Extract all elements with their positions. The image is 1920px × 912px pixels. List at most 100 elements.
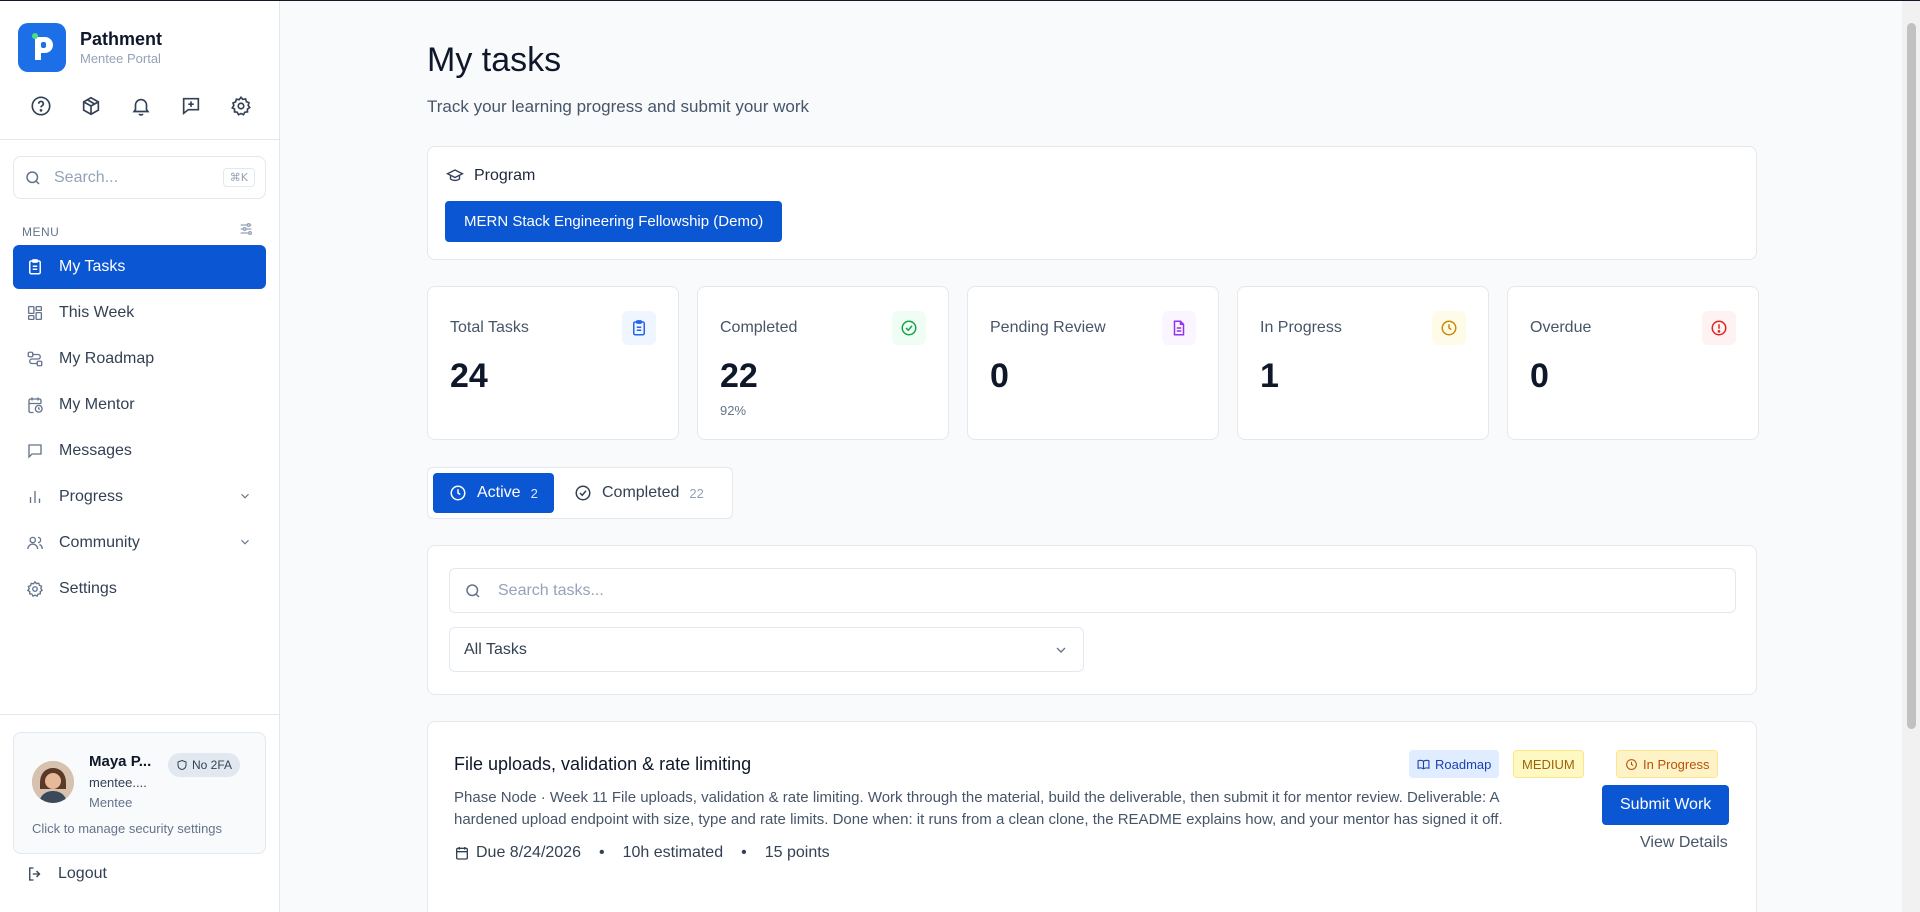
user-email: mentee.... <box>89 775 147 790</box>
sidebar-item-my-mentor[interactable]: My Mentor <box>13 383 266 427</box>
user-name: Maya P... <box>89 753 152 770</box>
sidebar-item-this-week[interactable]: This Week <box>13 291 266 335</box>
feedback-icon[interactable] <box>176 91 206 121</box>
separator-dot: • <box>598 844 605 861</box>
stat-label: Pending Review <box>990 319 1106 336</box>
search-shortcut: ⌘K <box>222 168 255 187</box>
sidebar-item-my-tasks[interactable]: My Tasks <box>13 245 266 289</box>
stat-value: 0 <box>1530 357 1549 395</box>
stat-in-progress: In Progress 1 <box>1237 286 1489 440</box>
task-filter-select[interactable]: All Tasks <box>449 627 1084 672</box>
brand-name: Pathment <box>80 28 163 49</box>
stat-pending-review: Pending Review 0 <box>967 286 1219 440</box>
sidebar: Pathment Mentee Portal Search... ⌘K MENU <box>0 1 280 912</box>
clock-icon <box>1432 311 1466 345</box>
brand[interactable]: Pathment Mentee Portal <box>18 23 162 72</box>
chevron-down-icon[interactable] <box>238 489 252 508</box>
stat-value: 1 <box>1260 357 1279 395</box>
tab-completed[interactable]: Completed 22 <box>558 473 720 513</box>
grid-icon <box>25 303 45 323</box>
user-card[interactable]: Maya P... No 2FA mentee.... Mentee Click… <box>13 732 266 854</box>
scrollbar[interactable] <box>1902 1 1920 912</box>
clipboard-icon <box>25 257 45 277</box>
stat-note: 92% <box>720 403 747 418</box>
tab-active-count: 2 <box>530 485 538 501</box>
avatar <box>32 761 74 803</box>
clock-icon <box>1626 758 1637 770</box>
program-label: Program <box>446 167 535 185</box>
task-title[interactable]: File uploads, validation & rate limiting <box>454 754 751 775</box>
gear-icon <box>25 579 45 599</box>
sidebar-search-placeholder[interactable]: Search... <box>54 169 223 187</box>
roadmap-tag: Roadmap <box>1409 750 1500 778</box>
separator-dot: • <box>741 844 747 861</box>
page-subtitle: Track your learning progress and submit … <box>427 97 810 116</box>
logout-label: Logout <box>58 865 107 882</box>
status-badge-label: In Progress <box>1643 756 1710 772</box>
sidebar-item-label: Settings <box>59 580 117 597</box>
tab-active[interactable]: Active 2 <box>433 473 554 513</box>
task-card: File uploads, validation & rate limiting… <box>427 721 1757 912</box>
tab-completed-label: Completed <box>602 484 680 501</box>
route-icon <box>25 349 45 369</box>
pathment-logo-icon <box>18 23 66 72</box>
view-details-link[interactable]: View Details <box>1640 834 1728 852</box>
gear-icon[interactable] <box>226 91 256 121</box>
bell-icon[interactable] <box>126 91 156 121</box>
chevron-down-icon[interactable] <box>238 535 252 554</box>
package-icon[interactable] <box>76 91 106 121</box>
program-selector-button[interactable]: MERN Stack Engineering Fellowship (Demo) <box>445 201 783 242</box>
sidebar-item-messages[interactable]: Messages <box>13 429 266 473</box>
alert-circle-icon <box>1702 311 1736 345</box>
task-estimate: 10h estimated <box>622 844 724 861</box>
stat-value: 22 <box>720 357 758 395</box>
stat-label: In Progress <box>1260 319 1342 336</box>
sidebar-search[interactable]: Search... ⌘K <box>13 156 266 199</box>
stat-label: Total Tasks <box>450 319 529 336</box>
twofa-badge: No 2FA <box>168 753 241 777</box>
message-icon <box>25 441 45 461</box>
program-label-text: Program <box>474 167 536 184</box>
stat-value: 0 <box>990 357 1009 395</box>
sidebar-item-label: Community <box>59 534 140 551</box>
quick-actions <box>26 91 256 121</box>
twofa-badge-label: No 2FA <box>192 758 233 772</box>
sidebar-item-progress[interactable]: Progress <box>13 475 266 519</box>
calendar-clock-icon <box>25 395 45 415</box>
clipboard-icon <box>622 311 656 345</box>
sidebar-item-community[interactable]: Community <box>13 521 266 565</box>
check-circle-icon <box>575 485 591 501</box>
menu-heading-label: MENU <box>22 224 60 239</box>
document-icon <box>1162 311 1196 345</box>
stat-value: 24 <box>450 357 488 395</box>
sidebar-item-label: My Mentor <box>59 396 135 413</box>
stat-overdue: Overdue 0 <box>1507 286 1759 440</box>
stat-total-tasks: Total Tasks 24 <box>427 286 679 440</box>
status-badge: In Progress <box>1616 750 1719 778</box>
security-hint: Click to manage security settings <box>32 821 223 836</box>
logout-button[interactable]: Logout <box>26 865 107 883</box>
sliders-icon[interactable] <box>238 221 254 242</box>
task-search-placeholder[interactable]: Search tasks... <box>498 582 604 600</box>
sidebar-item-label: This Week <box>59 304 135 321</box>
page-title: My tasks <box>427 41 562 79</box>
book-open-icon <box>1417 759 1430 769</box>
sidebar-item-my-roadmap[interactable]: My Roadmap <box>13 337 266 381</box>
shield-icon <box>177 759 187 771</box>
roadmap-tag-label: Roadmap <box>1435 756 1492 772</box>
sidebar-item-settings[interactable]: Settings <box>13 567 266 611</box>
check-circle-icon <box>892 311 926 345</box>
filter-card: Search tasks... All Tasks <box>427 545 1757 695</box>
submit-work-button[interactable]: Submit Work <box>1602 785 1730 825</box>
task-tabs: Active 2 Completed 22 <box>427 467 733 519</box>
task-filter-value: All Tasks <box>464 640 527 658</box>
stat-completed: Completed 22 92% <box>697 286 949 440</box>
task-description: Phase Node · Week 11 File uploads, valid… <box>454 789 1503 828</box>
task-due: Due 8/24/2026 <box>476 844 581 861</box>
tab-completed-count: 22 <box>689 485 704 501</box>
help-icon[interactable] <box>26 91 56 121</box>
scrollbar-thumb[interactable] <box>1907 23 1916 729</box>
priority-tag: MEDIUM <box>1513 750 1584 778</box>
task-search-input[interactable]: Search tasks... <box>449 568 1736 613</box>
menu-heading: MENU <box>22 221 254 242</box>
